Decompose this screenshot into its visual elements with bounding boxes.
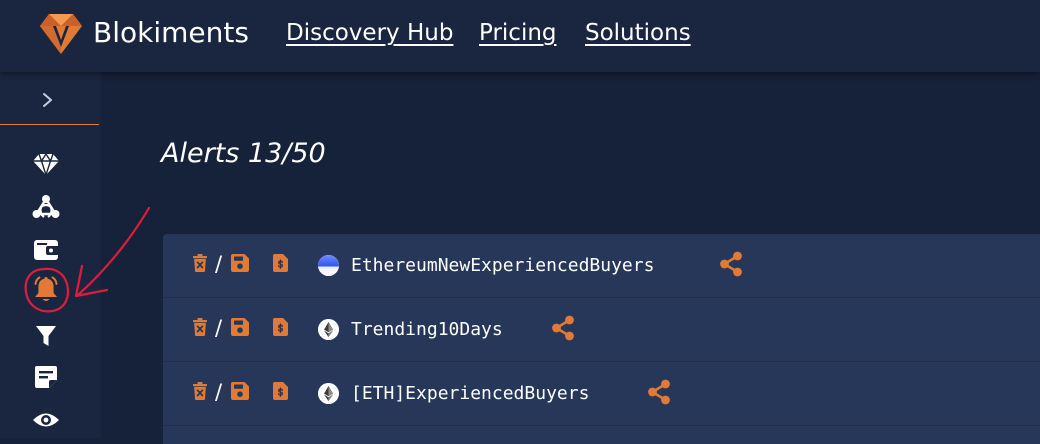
nav-solutions[interactable]: Solutions [585, 17, 691, 49]
delete-icon[interactable] [192, 254, 208, 272]
page-title: Alerts 13/50 [161, 138, 326, 169]
save-icon[interactable] [231, 254, 249, 272]
share-icon[interactable] [550, 315, 576, 341]
alert-name[interactable]: Trending10Days [351, 317, 503, 343]
ethereum-icon [318, 319, 339, 340]
filter-icon[interactable] [32, 322, 60, 350]
separator: / [215, 316, 223, 340]
eye-icon[interactable] [32, 406, 60, 434]
top-navbar: Blokiments Discovery Hub Pricing Solutio… [0, 0, 1040, 72]
blue-sphere-icon [318, 255, 339, 276]
alert-name[interactable]: EthereumNewExperiencedBuyers [351, 253, 654, 279]
ethereum-icon [318, 383, 339, 404]
diamond-logo-icon[interactable] [40, 14, 82, 54]
nav-pricing[interactable]: Pricing [479, 17, 557, 49]
invoice-icon[interactable] [273, 382, 288, 400]
separator: / [215, 252, 223, 276]
diamond-icon[interactable] [32, 150, 60, 178]
alert-row: / [ETH]ExperiencedBuyers [163, 362, 1040, 426]
alert-row: / Trending10Days [163, 298, 1040, 362]
delete-icon[interactable] [192, 318, 208, 336]
separator: / [215, 380, 223, 404]
network-icon[interactable] [32, 194, 60, 222]
note-icon[interactable] [32, 363, 60, 391]
sidebar-toggle[interactable] [0, 72, 99, 125]
bell-icon[interactable] [32, 275, 60, 303]
nav-discovery-hub[interactable]: Discovery Hub [286, 17, 453, 49]
save-icon[interactable] [231, 318, 249, 336]
invoice-icon[interactable] [273, 318, 288, 336]
share-icon[interactable] [646, 379, 672, 405]
alerts-list: / EthereumNewExperiencedBuyers / Trendin… [163, 234, 1040, 444]
delete-icon[interactable] [192, 382, 208, 400]
share-icon[interactable] [718, 251, 744, 277]
wallet-icon[interactable] [32, 236, 60, 264]
chevron-right-icon [43, 93, 52, 107]
alert-name[interactable]: [ETH]ExperiencedBuyers [351, 381, 589, 407]
save-icon[interactable] [231, 382, 249, 400]
brand-name[interactable]: Blokiments [93, 14, 249, 52]
invoice-icon[interactable] [273, 254, 288, 272]
alert-row: / EthereumNewExperiencedBuyers [163, 234, 1040, 298]
sidebar [0, 72, 101, 438]
